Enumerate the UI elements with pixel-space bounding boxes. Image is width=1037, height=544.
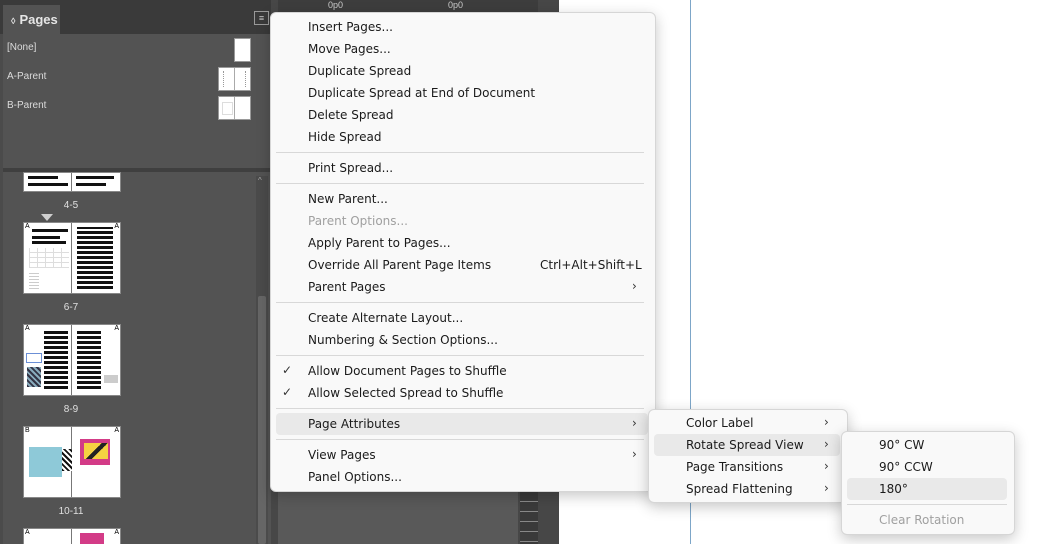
- menu-separator: [276, 355, 644, 356]
- menu-item-create-alternate-layout[interactable]: Create Alternate Layout...: [276, 307, 648, 329]
- submenu-item-page-transitions[interactable]: Page Transitions ›: [654, 456, 840, 478]
- menu-item-print-spread[interactable]: Print Spread...: [276, 157, 648, 179]
- clear-rotation: Clear Rotation: [879, 513, 965, 527]
- menu-item-page-attributes[interactable]: Page Attributes ›: [276, 413, 648, 435]
- parent-prefix-left: B: [25, 427, 30, 434]
- rotate-90-cw[interactable]: 90° CW: [847, 434, 1007, 456]
- menu-separator: [847, 504, 1007, 505]
- collapse-toggle-icon[interactable]: ◊: [11, 16, 15, 26]
- menu-item-apply-parent[interactable]: Apply Parent to Pages...: [276, 232, 648, 254]
- shortcut-label: Ctrl+Alt+Shift+L: [540, 258, 642, 272]
- check-icon: ✓: [282, 385, 293, 399]
- parent-prefix-left: A: [25, 223, 30, 230]
- menu-item-parent-options: Parent Options...: [308, 214, 408, 228]
- pages-panel-menu: Insert Pages... Move Pages... Duplicate …: [270, 12, 656, 492]
- spread-thumbnail-4-5[interactable]: [23, 172, 121, 192]
- menu-item-parent-pages[interactable]: Parent Pages ›: [276, 276, 648, 298]
- spread-fold: [71, 325, 72, 395]
- menu-item-duplicate-spread[interactable]: Duplicate Spread: [276, 60, 648, 82]
- submenu-arrow-icon: ›: [824, 415, 829, 429]
- submenu-arrow-icon: ›: [632, 416, 637, 430]
- parent-prefix-right: A: [114, 427, 119, 434]
- spread-thumbnail-6-7[interactable]: A A: [23, 222, 121, 294]
- spread-label-6-7: 6-7: [63, 302, 79, 313]
- insertion-marker-icon: [41, 214, 53, 221]
- menu-item-allow-document-shuffle[interactable]: ✓ Allow Document Pages to Shuffle: [276, 360, 648, 382]
- parent-prefix-left: A: [25, 325, 30, 332]
- menu-separator: [276, 302, 644, 303]
- parent-prefix-right: A: [114, 529, 119, 536]
- menu-separator: [276, 183, 644, 184]
- spread-fold: [71, 529, 72, 544]
- menu-item-duplicate-spread-end[interactable]: Duplicate Spread at End of Document: [276, 82, 648, 104]
- submenu-arrow-icon: ›: [632, 447, 637, 461]
- menu-item-numbering-section[interactable]: Numbering & Section Options...: [276, 329, 648, 351]
- menu-separator: [276, 408, 644, 409]
- menu-item-move-pages[interactable]: Move Pages...: [276, 38, 648, 60]
- parent-b-label[interactable]: B-Parent: [7, 100, 46, 111]
- parent-a-label[interactable]: A-Parent: [7, 71, 46, 82]
- pages-panel: ◊ Pages ≡ [None] A-Parent B-Parent 4-5 A…: [0, 0, 271, 544]
- ruler-value-1: 0p0: [328, 0, 344, 10]
- spread-label-10-11: 10-11: [58, 506, 84, 517]
- menu-item-new-parent[interactable]: New Parent...: [276, 188, 648, 210]
- parent-b-thumbnail[interactable]: [218, 96, 251, 120]
- pages-scrollbar-thumb[interactable]: [258, 296, 266, 544]
- rotate-spread-view-submenu: 90° CW 90° CCW 180° Clear Rotation: [841, 431, 1015, 535]
- menu-item-panel-options[interactable]: Panel Options...: [276, 466, 648, 488]
- scroll-up-icon[interactable]: ^: [258, 176, 262, 185]
- document-pages-section: 4-5 A A 6-7 A A 8-9 B A 10-11 A A: [3, 172, 271, 544]
- parent-none-thumbnail[interactable]: [234, 38, 251, 62]
- parent-prefix-right: A: [114, 223, 119, 230]
- spread-label-8-9: 8-9: [63, 404, 79, 415]
- menu-separator: [276, 439, 644, 440]
- menu-item-override-parent-items[interactable]: Override All Parent Page Items Ctrl+Alt+…: [276, 254, 648, 276]
- check-icon: ✓: [282, 363, 293, 377]
- spread-label-4-5: 4-5: [63, 200, 79, 211]
- parent-pages-section: [None] A-Parent B-Parent: [3, 34, 271, 168]
- parent-prefix-left: A: [25, 529, 30, 536]
- top-ruler: 0p0 0p0: [278, 0, 538, 12]
- menu-item-allow-spread-shuffle[interactable]: ✓ Allow Selected Spread to Shuffle: [276, 382, 648, 404]
- submenu-item-color-label[interactable]: Color Label ›: [654, 412, 840, 434]
- pages-tab-label: Pages: [19, 12, 58, 27]
- panel-menu-button[interactable]: ≡: [254, 11, 269, 25]
- rotate-180[interactable]: 180°: [847, 478, 1007, 500]
- parent-a-thumbnail[interactable]: [218, 67, 251, 91]
- parent-none-label[interactable]: [None]: [7, 42, 36, 53]
- submenu-item-spread-flattening[interactable]: Spread Flattening ›: [654, 478, 840, 500]
- page-attributes-submenu: Color Label › Rotate Spread View › Page …: [648, 409, 848, 503]
- submenu-item-rotate-spread-view[interactable]: Rotate Spread View ›: [654, 434, 840, 456]
- menu-item-delete-spread[interactable]: Delete Spread: [276, 104, 648, 126]
- parent-prefix-right: A: [114, 325, 119, 332]
- spread-fold: [71, 223, 72, 293]
- rotate-90-ccw[interactable]: 90° CCW: [847, 456, 1007, 478]
- spread-thumbnail-next[interactable]: A A: [23, 528, 121, 544]
- ruler-value-2: 0p0: [448, 0, 464, 10]
- spread-thumbnail-8-9[interactable]: A A: [23, 324, 121, 396]
- submenu-arrow-icon: ›: [824, 437, 829, 451]
- submenu-arrow-icon: ›: [632, 279, 637, 293]
- menu-item-hide-spread[interactable]: Hide Spread: [276, 126, 648, 148]
- submenu-arrow-icon: ›: [824, 459, 829, 473]
- pages-tab[interactable]: ◊ Pages: [3, 5, 60, 34]
- menu-separator: [276, 152, 644, 153]
- menu-item-view-pages[interactable]: View Pages ›: [276, 444, 648, 466]
- spread-fold: [71, 173, 72, 191]
- menu-item-insert-pages[interactable]: Insert Pages...: [276, 16, 648, 38]
- submenu-arrow-icon: ›: [824, 481, 829, 495]
- spread-thumbnail-10-11[interactable]: B A: [23, 426, 121, 498]
